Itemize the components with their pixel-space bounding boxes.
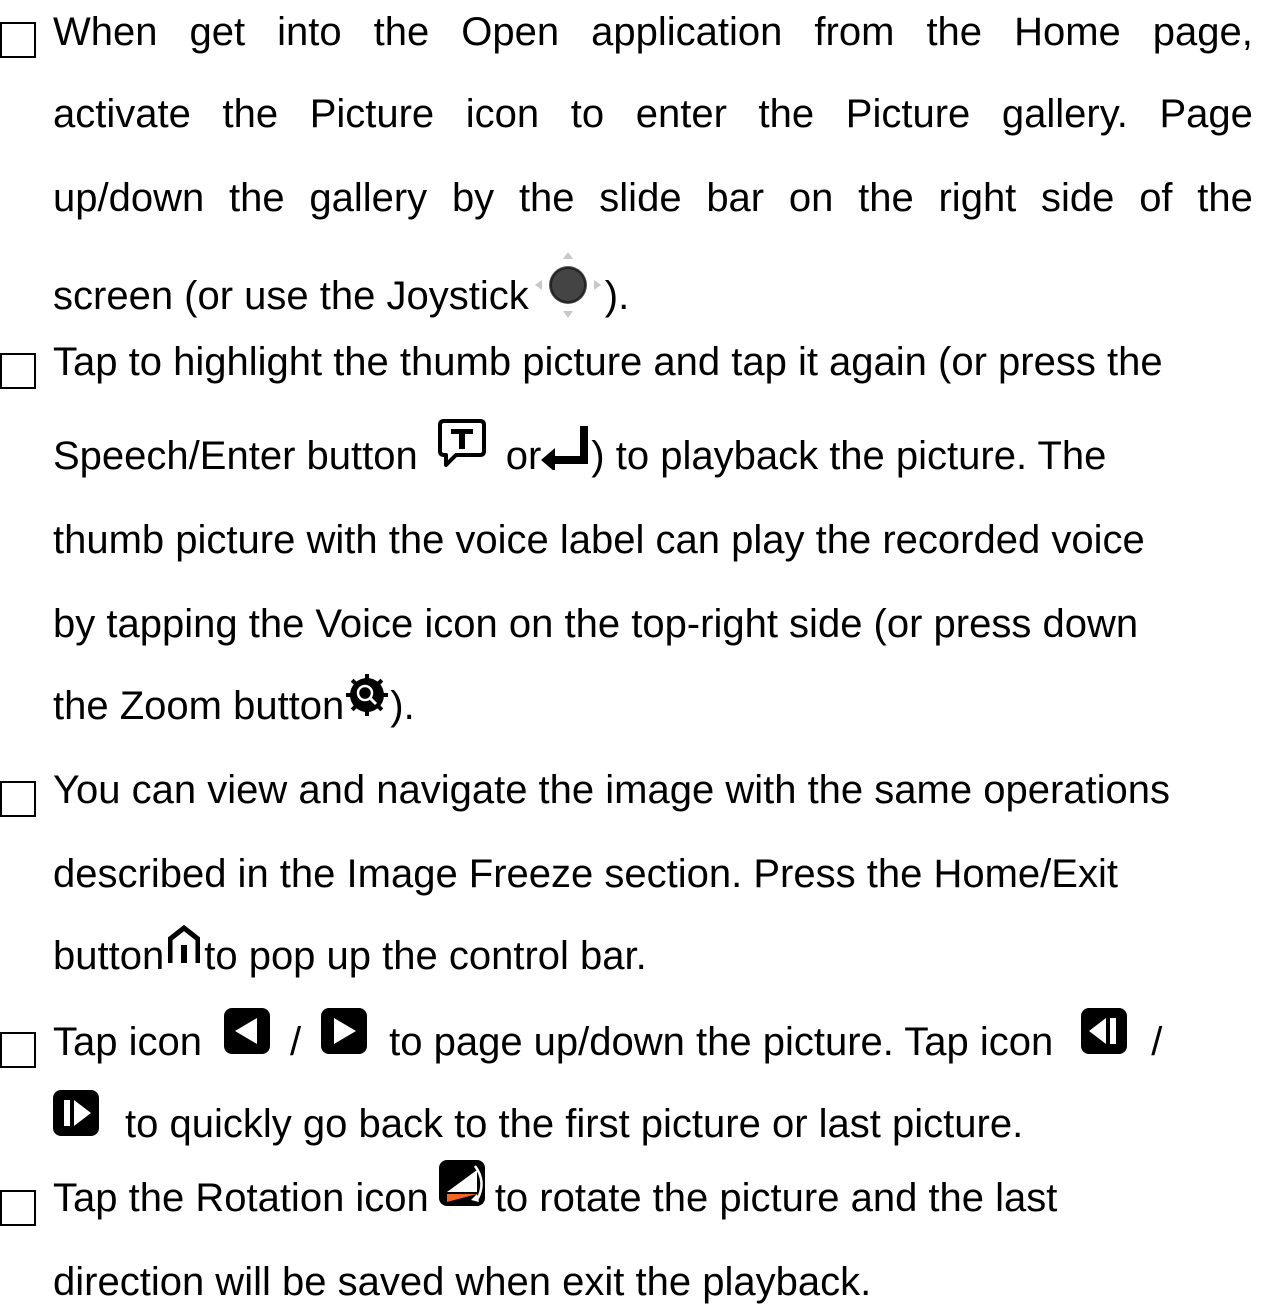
checkbox-bullet <box>0 22 36 58</box>
checkbox-bullet <box>0 781 36 817</box>
bullet4-line1: Tap icon / to page up/down the picture. … <box>53 1008 1253 1066</box>
bullet1-line4: screen (or use the Joystick ). <box>53 252 1253 320</box>
bullet5-line1: Tap the Rotation icon to rotate the pict… <box>53 1160 1253 1222</box>
page-down-triangle-icon[interactable] <box>321 1008 368 1055</box>
bullet2-line3: thumb picture with the voice label can p… <box>53 518 1145 562</box>
bullet3-line2: described in the Image Freeze section. P… <box>53 852 1118 896</box>
page-up-triangle-icon[interactable] <box>223 1008 270 1055</box>
first-picture-icon[interactable] <box>1081 1008 1128 1055</box>
bullet3-line3: button to pop up the control bar. <box>53 925 1253 980</box>
bullet2-line2: Speech/Enter button or ) to playback the… <box>53 419 1253 480</box>
home-icon <box>168 925 201 965</box>
bullet1-line3: up/down the gallery by the slide bar on the right… <box>53 176 1253 220</box>
rotation-icon[interactable] <box>438 1160 489 1210</box>
enter-arrow-icon <box>541 424 591 471</box>
bullet1-line2: activate the Picture icon to enter the Picture g… <box>53 92 1253 136</box>
zoom-gear-icon <box>346 674 389 717</box>
checkbox-bullet <box>0 353 36 389</box>
joystick-icon <box>533 250 603 320</box>
bullet4-line2: to quickly go back to the first picture … <box>53 1090 1253 1148</box>
document-page: When get into the Open application from the Home… <box>0 0 1270 1304</box>
speech-T-icon <box>436 417 488 469</box>
checkbox-bullet <box>0 1190 36 1226</box>
bullet3-line1: You can view and navigate the image with… <box>53 768 1171 812</box>
checkbox-bullet <box>0 1032 36 1068</box>
bullet1-line1: When get into the Open application from the Home… <box>53 10 1253 54</box>
bullet2-line1: Tap to highlight the thumb picture and t… <box>53 340 1163 384</box>
bullet2-line5: the Zoom button ). <box>53 674 1253 730</box>
last-picture-icon[interactable] <box>53 1090 99 1137</box>
bullet2-line4: by tapping the Voice icon on the top-rig… <box>53 602 1139 646</box>
